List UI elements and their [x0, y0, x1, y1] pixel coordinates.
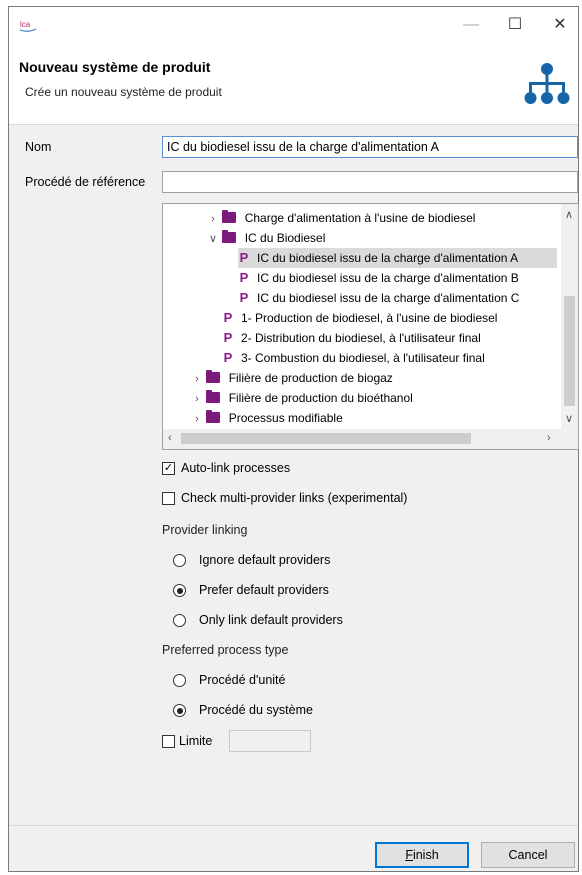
ignore-default-providers-radio[interactable] [173, 554, 186, 567]
name-field[interactable] [162, 136, 578, 158]
provider-linking-label: Provider linking [162, 523, 248, 537]
folder-icon [222, 210, 237, 223]
auto-link-checkbox[interactable]: ✓ [162, 462, 175, 475]
reference-process-field[interactable] [162, 171, 578, 193]
product-system-hierarchy-icon [524, 63, 570, 104]
wizard-header: Nouveau système de produit Crée un nouve… [9, 43, 578, 125]
process-icon: P [239, 270, 249, 285]
tree-process-row[interactable]: P 3- Combustion du biodiesel, à l'utilisa… [222, 348, 485, 368]
tree-item-label: IC du biodiesel issu de la charge d'alim… [257, 291, 520, 305]
footer-divider [9, 825, 578, 826]
title-bar: lca — ☐ ✕ [9, 7, 578, 43]
horizontal-scroll-thumb[interactable] [181, 433, 471, 444]
name-label: Nom [25, 140, 52, 154]
reference-process-label: Procédé de référence [25, 175, 146, 189]
tree-item-label: 3- Combustion du biodiesel, à l'utilisat… [241, 351, 485, 365]
folder-icon [206, 370, 221, 383]
tree-item-label: 1- Production de biodiesel, à l'usine de… [241, 311, 498, 325]
tree-folder-row[interactable]: ∨ IC du Biodiesel [207, 228, 325, 248]
limit-checkbox[interactable] [162, 735, 175, 748]
tree-item-label: Processus modifiable [228, 411, 343, 425]
ignore-default-providers-label: Ignore default providers [199, 553, 331, 567]
folder-icon [222, 230, 237, 243]
minimize-button[interactable]: — [457, 15, 485, 35]
folder-icon [206, 410, 221, 423]
tree-process-row[interactable]: P IC du biodiesel issu de la charge d'ali… [238, 268, 519, 288]
cancel-button[interactable]: Cancel [481, 842, 575, 868]
only-link-default-providers-radio[interactable] [173, 614, 186, 627]
limit-label: Limite [179, 734, 213, 748]
dialog-window: lca — ☐ ✕ Nouveau système de produit Cré… [8, 6, 579, 872]
page-title: Nouveau système de produit [19, 59, 211, 75]
process-icon: P [223, 330, 233, 345]
multi-provider-checkbox[interactable] [162, 492, 175, 505]
tree-folder-row[interactable]: › Charge d'alimentation à l'usine de bio… [207, 208, 475, 228]
unit-process-radio[interactable] [173, 674, 186, 687]
finish-button[interactable]: Finish [375, 842, 469, 868]
tree-item-label: 2- Distribution du biodiesel, à l'utilis… [241, 331, 481, 345]
preferred-process-type-label: Preferred process type [162, 643, 289, 657]
tree-folder-row[interactable]: › Filière de production de biogaz [191, 368, 393, 388]
tree-folder-row[interactable]: › Filière de production du bioéthanol [191, 388, 413, 408]
system-process-radio[interactable] [173, 704, 186, 717]
tree-process-row[interactable]: P IC du biodiesel issu de la charge d'ali… [238, 288, 520, 308]
process-tree[interactable]: › Charge d'alimentation à l'usine de bio… [162, 203, 579, 450]
chevron-right-icon[interactable]: › [191, 369, 203, 389]
tree-horizontal-scrollbar[interactable]: ‹ › [163, 429, 578, 449]
tree-item-label: Charge d'alimentation à l'usine de biodi… [244, 211, 476, 225]
chevron-down-icon[interactable]: ∨ [207, 229, 219, 249]
openlca-logo-icon: lca [19, 20, 37, 32]
only-link-default-providers-label: Only link default providers [199, 613, 343, 627]
process-icon: P [239, 290, 249, 305]
tree-folder-row[interactable]: › Processus modifiable [191, 408, 343, 428]
auto-link-label: Auto-link processes [181, 461, 291, 475]
page-description: Crée un nouveau système de produit [25, 85, 222, 99]
tree-item-label: Filière de production de biogaz [228, 371, 393, 385]
tree-item-label: IC du biodiesel issu de la charge d'alim… [257, 271, 519, 285]
tree-item-label: IC du Biodiesel [244, 231, 326, 245]
tree-vertical-scrollbar[interactable]: ∧ ∨ [561, 204, 578, 430]
system-process-label: Procédé du système [199, 703, 313, 717]
unit-process-label: Procédé d'unité [199, 673, 286, 687]
vertical-scroll-thumb[interactable] [564, 296, 575, 406]
chevron-right-icon[interactable]: › [207, 209, 219, 229]
scroll-right-icon[interactable]: › [547, 432, 551, 444]
multi-provider-label: Check multi-provider links (experimental… [181, 491, 408, 505]
close-button[interactable]: ✕ [546, 15, 574, 35]
svg-text:lca: lca [20, 20, 31, 29]
scroll-left-icon[interactable]: ‹ [168, 432, 172, 444]
folder-icon [206, 390, 221, 403]
process-icon: P [239, 250, 249, 265]
tree-process-row[interactable]: P 1- Production de biodiesel, à l'usine d… [222, 308, 498, 328]
tree-process-row[interactable]: P 2- Distribution du biodiesel, à l'utili… [222, 328, 481, 348]
tree-item-label: IC du biodiesel issu de la charge d'alim… [257, 251, 519, 265]
scroll-up-icon[interactable]: ∧ [565, 208, 573, 221]
prefer-default-providers-radio[interactable] [173, 584, 186, 597]
tree-item-label: Filière de production du bioéthanol [228, 391, 413, 405]
process-icon: P [223, 350, 233, 365]
chevron-right-icon[interactable]: › [191, 409, 203, 429]
prefer-default-providers-label: Prefer default providers [199, 583, 329, 597]
process-icon: P [223, 310, 233, 325]
scroll-down-icon[interactable]: ∨ [565, 412, 573, 425]
chevron-right-icon[interactable]: › [191, 389, 203, 409]
maximize-button[interactable]: ☐ [501, 15, 529, 35]
tree-process-row-selected[interactable]: P IC du biodiesel issu de la charge d'ali… [238, 248, 557, 268]
limit-field[interactable] [229, 730, 311, 752]
